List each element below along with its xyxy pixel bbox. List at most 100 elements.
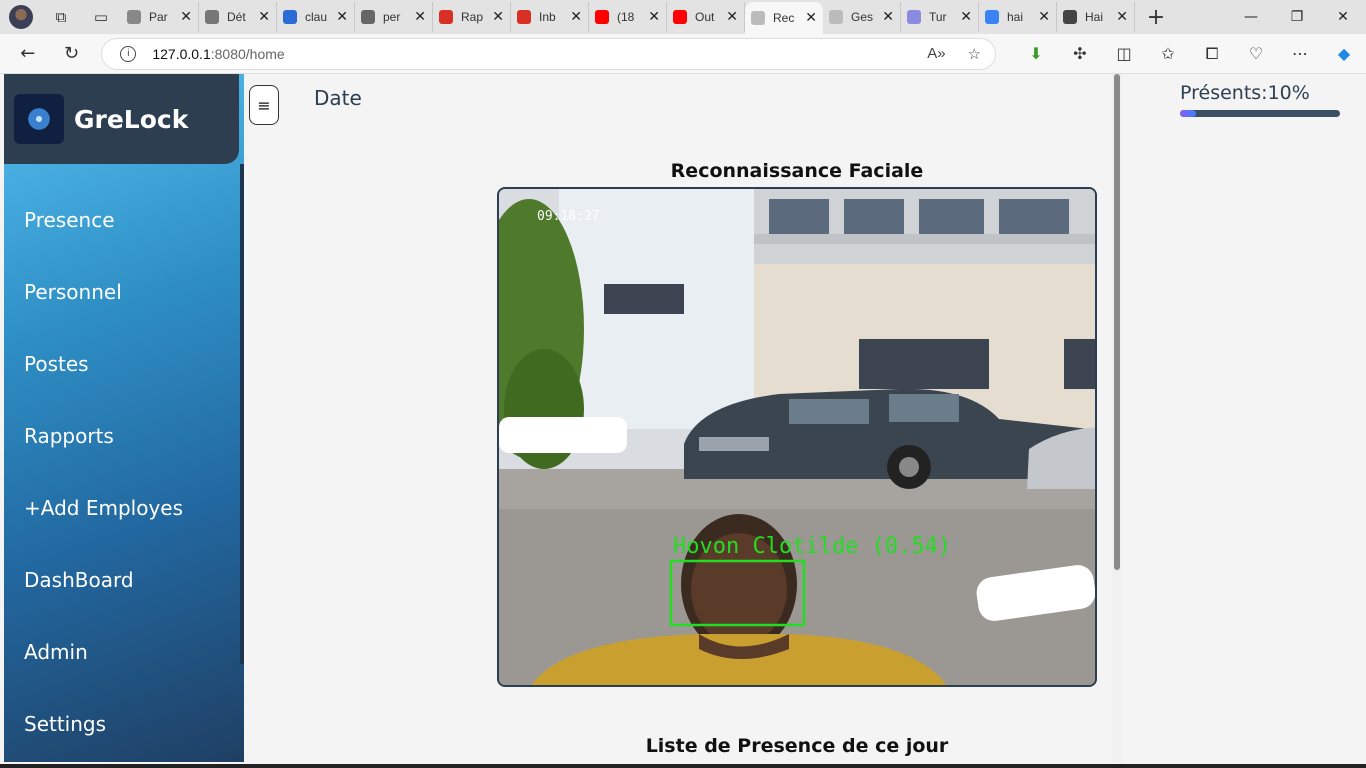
main-content: ≡ Date Présents:10% Reconnaissance Facia… <box>244 74 1356 762</box>
menu-toggle-button[interactable]: ≡ <box>249 85 279 125</box>
sidebar-item-postes[interactable]: Postes <box>24 342 183 414</box>
taskbar-edge <box>0 764 1366 768</box>
browser-tab-bar: ⧉ ▭ Par ✕ Dét ✕ clau ✕ per ✕ Rap ✕ Inb ✕ (18 ✕ Out ✕ Rec… <box>0 0 1366 34</box>
browser-tab-title: Hai <box>1085 10 1104 24</box>
page-scrollbar-thumb[interactable] <box>1114 74 1120 570</box>
youtube-icon <box>595 10 609 24</box>
browser-tab-title: Inb <box>539 10 556 24</box>
tab-actions-icon[interactable]: ▭ <box>91 7 111 27</box>
settings-icon <box>127 10 141 24</box>
sidebar-item-personnel[interactable]: Personnel <box>24 270 183 342</box>
browser-tab-title: Rap <box>461 10 484 24</box>
youtube-icon <box>673 10 687 24</box>
reload-icon[interactable]: ↻ <box>56 38 88 70</box>
favorites-icon[interactable]: ✩ <box>1146 44 1190 64</box>
brand-name: GreLock <box>74 104 189 134</box>
close-tab-icon[interactable]: ✕ <box>180 9 192 25</box>
present-progress-bar <box>1180 110 1340 117</box>
close-tab-icon[interactable]: ✕ <box>1038 9 1050 25</box>
browser-tab[interactable]: Rap ✕ <box>433 2 511 32</box>
more-menu-icon[interactable]: ⋯ <box>1278 44 1322 64</box>
close-tab-icon[interactable]: ✕ <box>336 9 348 25</box>
browser-tab[interactable]: Inb ✕ <box>511 2 589 32</box>
profile-avatar[interactable] <box>9 5 33 29</box>
browser-tab-title: Tur <box>929 10 947 24</box>
camera-feed: Hovon Clotilde (0.54) 09:18:27 <box>497 187 1097 687</box>
url-path: :8080/home <box>210 45 285 62</box>
gear-icon <box>205 10 219 24</box>
close-tab-icon[interactable]: ✕ <box>570 9 582 25</box>
browser-tab[interactable]: Rec ✕ <box>745 2 823 34</box>
close-tab-icon[interactable]: ✕ <box>805 10 817 26</box>
close-tab-icon[interactable]: ✕ <box>648 9 660 25</box>
search-icon <box>985 10 999 24</box>
minimize-icon[interactable]: — <box>1228 9 1274 25</box>
browser-tab-title: clau <box>305 10 328 24</box>
browser-tab[interactable]: Par ✕ <box>121 2 199 32</box>
detection-label: Hovon Clotilde (0.54) <box>673 534 951 559</box>
sidebar-item-rapports[interactable]: Rapports <box>24 414 183 486</box>
extensions-icon[interactable]: ✣ <box>1058 44 1102 64</box>
browser-tab[interactable]: Dét ✕ <box>199 2 277 32</box>
browser-tab[interactable]: clau ✕ <box>277 2 355 32</box>
browser-tab-title: Par <box>149 10 168 24</box>
browser-tab[interactable]: per ✕ <box>355 2 433 32</box>
close-tab-icon[interactable]: ✕ <box>492 9 504 25</box>
present-percentage: Présents:10% <box>1180 82 1310 104</box>
browser-tab[interactable]: (18 ✕ <box>589 2 667 32</box>
camera-frame: Hovon Clotilde (0.54) 09:18:27 <box>499 189 1095 685</box>
browser-tab-title: Rec <box>773 11 795 25</box>
close-tab-icon[interactable]: ✕ <box>960 9 972 25</box>
browser-tab[interactable]: Tur ✕ <box>901 2 979 32</box>
attendance-list-title: Liste de Presence de ce jour <box>645 735 949 757</box>
browser-tab[interactable]: hai ✕ <box>979 2 1057 32</box>
extensions-area: ⬇ ✣ ◫ ✩ ⧠ ♡ ⋯ ◆ <box>1014 44 1366 64</box>
back-icon[interactable]: ← <box>12 38 44 70</box>
sidebar-item-presence[interactable]: Presence <box>24 198 183 270</box>
sidebar: GreLock Presence Personnel Postes Rappor… <box>4 74 244 762</box>
window-controls: — ❐ ✕ <box>1228 9 1366 25</box>
restore-icon[interactable]: ❐ <box>1274 9 1320 25</box>
browser-tab[interactable]: Hai ✕ <box>1057 2 1135 32</box>
address-toolbar: ← ↻ i 127.0.0.1:8080/home A» ☆ ⬇ ✣ ◫ ✩ ⧠… <box>0 34 1366 74</box>
sidebar-item-admin[interactable]: Admin <box>24 630 183 702</box>
turbo-icon <box>907 10 921 24</box>
page-scrollbar[interactable] <box>1112 74 1122 762</box>
close-tab-icon[interactable]: ✕ <box>1116 9 1128 25</box>
grid-icon <box>1063 10 1077 24</box>
sidebar-item-settings[interactable]: Settings <box>24 702 183 762</box>
page-icon <box>829 10 843 24</box>
close-window-icon[interactable]: ✕ <box>1320 9 1366 25</box>
workspaces-icon[interactable]: ⧉ <box>51 7 71 27</box>
close-tab-icon[interactable]: ✕ <box>882 9 894 25</box>
site-info-icon[interactable]: i <box>120 45 137 62</box>
favorite-star-icon[interactable]: ☆ <box>968 45 981 63</box>
close-tab-icon[interactable]: ✕ <box>414 9 426 25</box>
browser-tab[interactable]: Out ✕ <box>667 2 745 32</box>
grelock-logo <box>14 94 64 144</box>
sidebar-menu: Presence Personnel Postes Rapports +Add … <box>24 198 183 762</box>
download-extension-icon[interactable]: ⬇ <box>1014 44 1058 64</box>
browser-tab[interactable]: Ges ✕ <box>823 2 901 32</box>
gmail-icon <box>439 10 453 24</box>
close-tab-icon[interactable]: ✕ <box>258 9 270 25</box>
grid-icon <box>361 10 375 24</box>
browser-tab-title: Dét <box>227 10 246 24</box>
close-tab-icon[interactable]: ✕ <box>726 9 738 25</box>
url-bar[interactable]: i 127.0.0.1:8080/home A» ☆ <box>101 37 996 70</box>
browser-tab-title: per <box>383 10 401 24</box>
url-host: 127.0.0.1 <box>152 45 211 62</box>
video-timestamp: 09:18:27 <box>537 209 600 224</box>
collections-icon[interactable]: ⧠ <box>1190 44 1234 64</box>
sidebar-item-add-employes[interactable]: +Add Employes <box>24 486 183 558</box>
sidebar-item-dashboard[interactable]: DashBoard <box>24 558 183 630</box>
browser-tab-title: (18 <box>617 10 635 24</box>
browser-tab-title: Out <box>695 10 715 24</box>
copilot-icon[interactable]: ◆ <box>1322 44 1366 64</box>
performance-icon[interactable]: ♡ <box>1234 44 1278 64</box>
read-aloud-icon[interactable]: A» <box>927 45 945 63</box>
page-icon <box>751 11 765 25</box>
new-tab-button[interactable]: + <box>1141 5 1171 30</box>
date-label: Date <box>314 86 362 110</box>
split-screen-icon[interactable]: ◫ <box>1102 44 1146 64</box>
